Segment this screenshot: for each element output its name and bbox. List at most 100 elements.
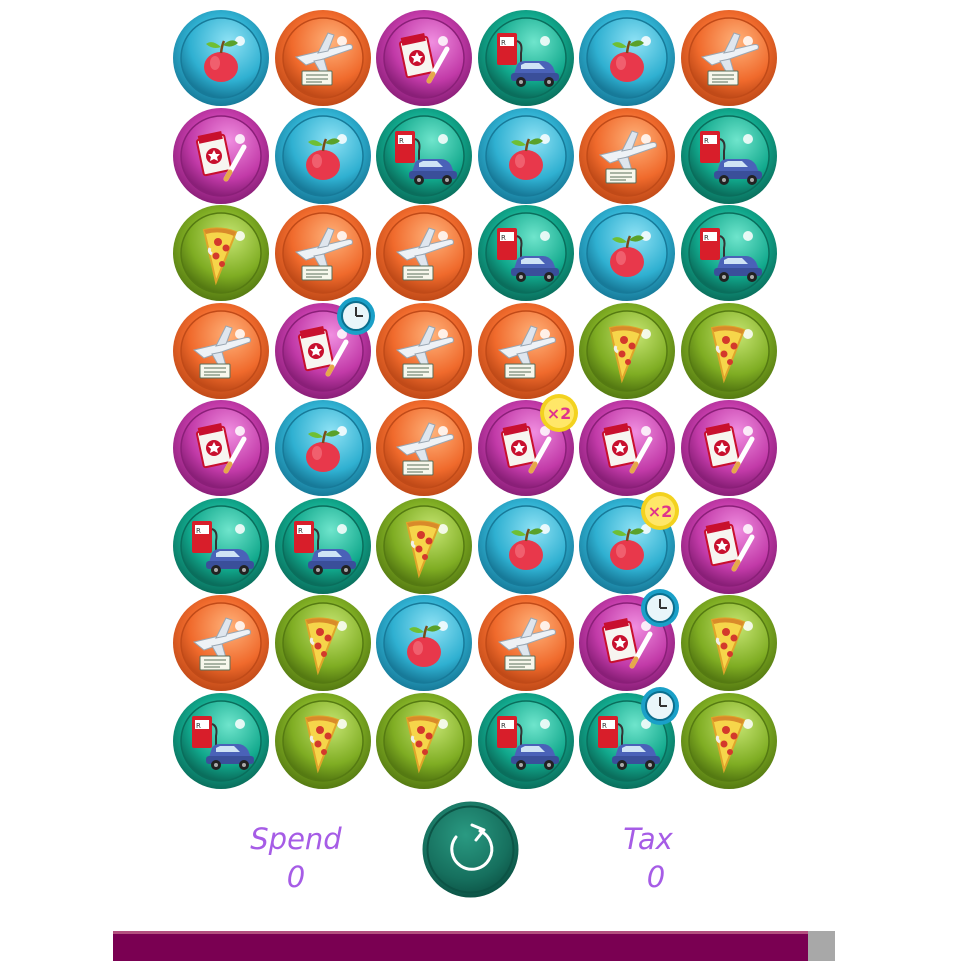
tile-groceries[interactable] (172, 9, 270, 107)
clock-bonus-icon (640, 588, 680, 628)
fuel-car-icon: R (192, 716, 254, 770)
tile-fuel[interactable]: R (477, 9, 575, 107)
pizza-icon (304, 715, 340, 774)
apple-icon (204, 40, 238, 82)
svg-text:R: R (399, 137, 404, 145)
pizza-icon (202, 227, 238, 286)
tile-pizza[interactable] (578, 302, 676, 400)
tile-groceries[interactable] (375, 594, 473, 692)
tile-pizza[interactable] (274, 594, 372, 692)
progress-bar (113, 931, 835, 961)
tile-smoking[interactable] (680, 497, 778, 595)
tile-fuel[interactable]: R (477, 692, 575, 790)
airplane-icon (395, 422, 454, 476)
tile-smoking[interactable] (172, 107, 270, 205)
tile-smoking[interactable]: ×2 (477, 394, 578, 497)
tile-travel[interactable] (172, 594, 270, 692)
svg-text:R: R (501, 722, 506, 730)
tile-groceries[interactable] (274, 107, 372, 205)
svg-text:R: R (704, 137, 709, 145)
tile-groceries[interactable] (477, 107, 575, 205)
pizza-icon (710, 325, 746, 384)
tile-travel[interactable] (375, 204, 473, 302)
airplane-icon (497, 325, 556, 379)
tile-groceries[interactable] (477, 497, 575, 595)
tile-pizza[interactable] (680, 594, 778, 692)
tile-pizza[interactable] (375, 692, 473, 790)
fuel-car-icon: R (497, 33, 559, 87)
refresh-button[interactable] (422, 801, 519, 898)
tile-travel[interactable] (477, 594, 575, 692)
multiplier-x2-text: ×2 (648, 502, 673, 521)
fuel-car-icon: R (497, 228, 559, 282)
airplane-icon (700, 32, 759, 86)
tile-smoking[interactable] (578, 399, 676, 497)
cigarettes-icon (195, 422, 247, 474)
airplane-icon (395, 325, 454, 379)
clock-bonus-icon (640, 686, 680, 726)
svg-text:R: R (196, 527, 201, 535)
svg-text:R: R (501, 39, 506, 47)
tile-groceries[interactable]: ×2 (578, 492, 679, 595)
tile-smoking[interactable] (680, 399, 778, 497)
cigarettes-icon (398, 32, 450, 84)
multiplier-x2-text: ×2 (547, 404, 572, 423)
fuel-car-icon: R (192, 521, 254, 575)
tile-travel[interactable] (274, 204, 372, 302)
tile-fuel[interactable]: R (172, 497, 270, 595)
pizza-icon (405, 715, 441, 774)
cigarettes-icon (703, 520, 755, 572)
svg-text:R: R (196, 722, 201, 730)
pizza-icon (710, 617, 746, 676)
apple-icon (610, 235, 644, 277)
tile-groceries[interactable] (578, 9, 676, 107)
tile-smoking[interactable] (375, 9, 473, 107)
pizza-icon (304, 617, 340, 676)
tile-pizza[interactable] (680, 302, 778, 400)
tile-fuel[interactable]: R (172, 692, 270, 790)
fuel-car-icon: R (700, 228, 762, 282)
airplane-icon (395, 227, 454, 281)
apple-icon (610, 40, 644, 82)
tax-value: 0 (646, 860, 666, 894)
tile-travel[interactable] (477, 302, 575, 400)
tile-pizza[interactable] (375, 497, 473, 595)
spend-value: 0 (286, 860, 306, 894)
tile-groceries[interactable] (274, 399, 372, 497)
tile-fuel[interactable]: R (578, 687, 679, 790)
tile-travel[interactable] (375, 302, 473, 400)
tile-fuel[interactable]: R (274, 497, 372, 595)
tile-pizza[interactable] (274, 692, 372, 790)
fuel-car-icon: R (497, 716, 559, 770)
airplane-icon (598, 130, 657, 184)
svg-text:R: R (704, 234, 709, 242)
game-board: R R R R R ×2 R R ×2 R R R (0, 0, 971, 800)
tile-pizza[interactable] (172, 204, 270, 302)
pizza-icon (405, 520, 441, 579)
apple-icon (509, 528, 543, 570)
tile-fuel[interactable]: R (477, 204, 575, 302)
airplane-icon (294, 227, 353, 281)
tile-groceries[interactable] (578, 204, 676, 302)
refresh-icon (422, 801, 519, 898)
tile-fuel[interactable]: R (680, 204, 778, 302)
tile-travel[interactable] (274, 9, 372, 107)
airplane-icon (294, 32, 353, 86)
tile-fuel[interactable]: R (375, 107, 473, 205)
progress-fill (113, 931, 808, 961)
tile-smoking[interactable] (274, 297, 375, 400)
tile-smoking[interactable] (172, 399, 270, 497)
clock-bonus-icon (336, 296, 376, 336)
apple-icon (509, 138, 543, 180)
tile-fuel[interactable]: R (680, 107, 778, 205)
tile-travel[interactable] (680, 9, 778, 107)
tile-travel[interactable] (578, 107, 676, 205)
fuel-car-icon: R (700, 131, 762, 185)
tile-travel[interactable] (375, 399, 473, 497)
multiplier-x2-badge: ×2 (640, 491, 680, 531)
fuel-car-icon: R (294, 521, 356, 575)
airplane-icon (192, 325, 251, 379)
tile-pizza[interactable] (680, 692, 778, 790)
tile-travel[interactable] (172, 302, 270, 400)
tile-smoking[interactable] (578, 589, 679, 692)
